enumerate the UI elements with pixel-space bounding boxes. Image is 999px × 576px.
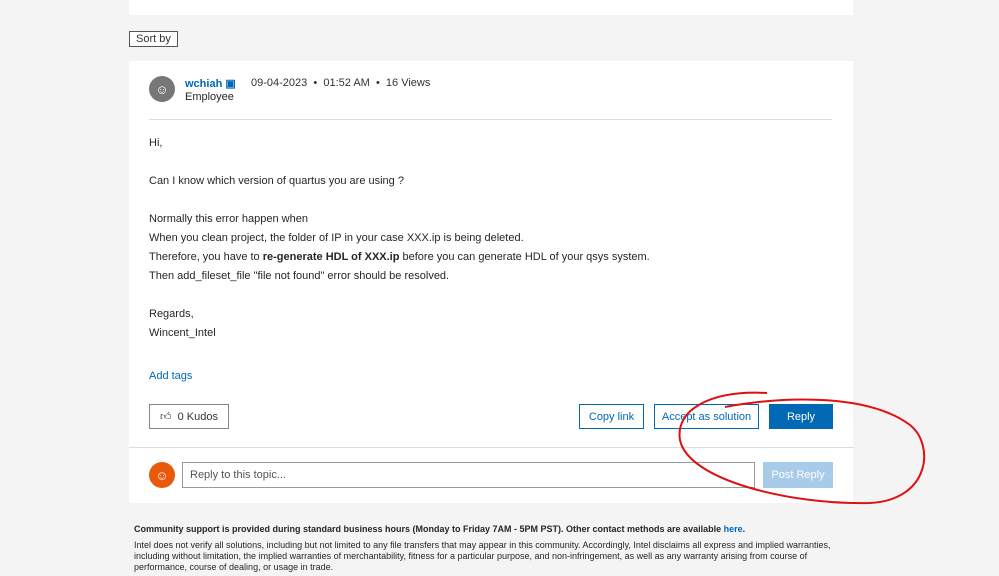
sort-by-button[interactable]: Sort by <box>129 31 178 47</box>
red-annotation-circle <box>678 391 926 505</box>
footer: Community support is provided during sta… <box>134 524 831 572</box>
contact-here-link[interactable]: here <box>724 524 743 534</box>
divider <box>149 119 832 120</box>
employee-badge-icon: ▣ <box>225 78 236 90</box>
author-role: Employee <box>185 91 234 103</box>
copy-link-button[interactable]: Copy link <box>579 404 644 429</box>
post-body: Hi, Can I know which version of quartus … <box>149 137 650 339</box>
previous-card <box>129 0 853 15</box>
add-tags-link[interactable]: Add tags <box>149 370 192 382</box>
user-avatar-icon[interactable]: ☺ <box>149 76 175 102</box>
author-link[interactable]: wchiah ▣ <box>185 77 236 90</box>
post-meta: 09-04-2023 • 01:52 AM • 16 Views <box>251 77 431 89</box>
kudos-button[interactable]: 👍︎ 0 Kudos <box>149 404 229 429</box>
thumbs-up-icon: 👍︎ <box>160 411 172 423</box>
current-user-avatar-icon: ☺ <box>149 462 175 488</box>
